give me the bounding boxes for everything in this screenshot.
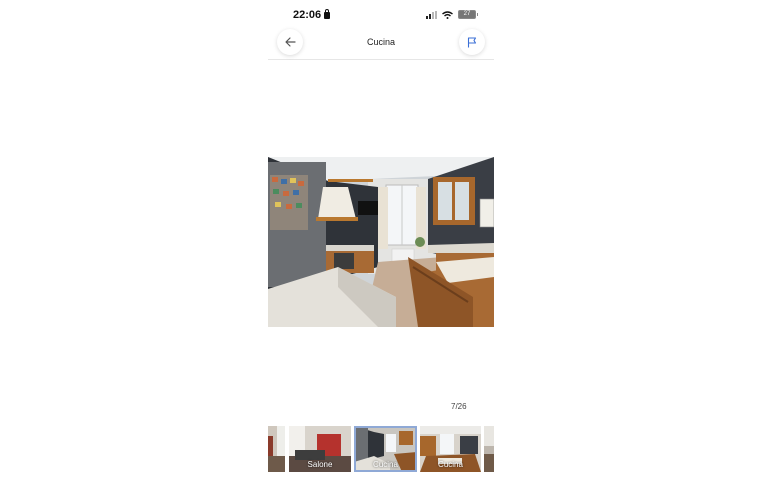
wifi-icon bbox=[442, 10, 453, 19]
thumbnail-cucina-active[interactable]: Cucina bbox=[354, 426, 417, 472]
report-button[interactable] bbox=[459, 29, 485, 55]
lock-icon bbox=[324, 9, 331, 19]
thumbnail-salone[interactable]: Salone bbox=[289, 426, 351, 472]
photo-counter: 7/26 bbox=[451, 402, 467, 411]
status-time-text: 22:06 bbox=[293, 9, 322, 21]
thumbnail-label: Salone bbox=[307, 460, 333, 469]
phone-screen: 22:06 27 Cucina 7/26 Salone Cucina Cucin… bbox=[268, 0, 494, 492]
top-bar: Cucina bbox=[268, 28, 494, 60]
thumbnail-label: Cucina bbox=[438, 460, 463, 469]
thumbnail-6[interactable] bbox=[268, 426, 285, 472]
thumbnail-9[interactable] bbox=[484, 426, 494, 472]
status-time: 22:06 bbox=[293, 9, 331, 21]
battery-icon: 27 bbox=[458, 10, 478, 19]
main-photo[interactable] bbox=[268, 157, 494, 327]
thumbnail-strip[interactable]: Salone Cucina Cucina bbox=[268, 426, 494, 472]
thumbnail-image bbox=[484, 426, 494, 472]
flag-icon bbox=[467, 36, 477, 47]
signal-icon bbox=[426, 10, 437, 19]
status-icons: 27 bbox=[426, 10, 478, 19]
thumbnail-image bbox=[268, 426, 285, 472]
thumbnail-label: Cucina bbox=[373, 460, 398, 469]
thumbnail-cucina[interactable]: Cucina bbox=[420, 426, 481, 472]
